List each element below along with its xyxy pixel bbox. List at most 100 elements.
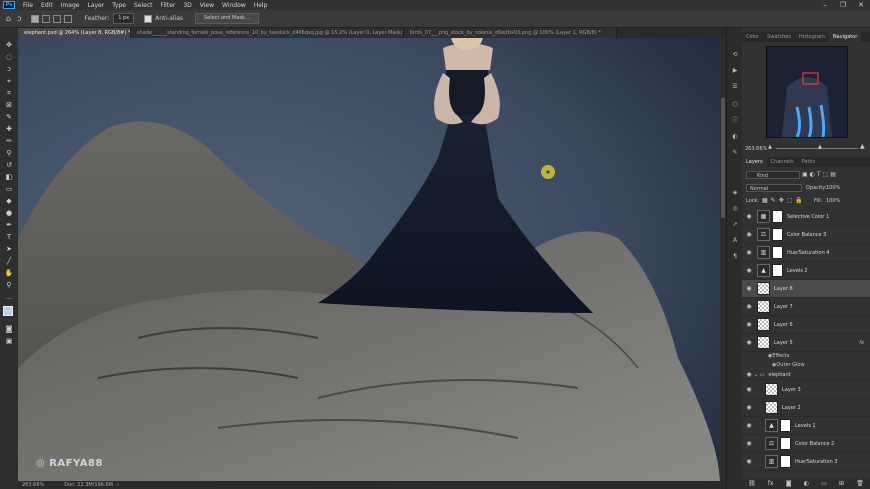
menu-window[interactable]: Window <box>218 2 250 9</box>
visibility-eye-icon[interactable]: ◉ <box>744 422 754 429</box>
healing-brush-tool-icon[interactable]: ✚ <box>3 124 15 134</box>
visibility-eye-icon[interactable]: ◉ <box>744 386 754 393</box>
quick-select-tool-icon[interactable]: ⌖ <box>3 76 15 86</box>
brush-tool-icon[interactable]: ✏ <box>3 136 15 146</box>
clone-stamp-tool-icon[interactable]: ⚲ <box>3 148 15 158</box>
layer-fx-badge[interactable]: fx <box>859 340 864 346</box>
layer-row[interactable]: ◉ Layer 3 <box>742 381 870 399</box>
menu-filter[interactable]: Filter <box>157 2 180 9</box>
layer-mask-thumbnail[interactable] <box>772 246 783 259</box>
layer-row[interactable]: ◉ ▦ Selective Color 1 <box>742 208 870 226</box>
layer-row[interactable]: ◉ Layer 7 <box>742 298 870 316</box>
type-tool-icon[interactable]: T <box>3 232 15 242</box>
character-icon[interactable]: A <box>730 236 740 245</box>
scroll-thumb[interactable] <box>721 98 725 218</box>
select-and-mask-button[interactable]: Select and Mask... <box>195 13 259 24</box>
history-brush-tool-icon[interactable]: ↺ <box>3 160 15 170</box>
tab-paths[interactable]: Paths <box>798 157 820 167</box>
tab-color[interactable]: Color <box>742 32 763 42</box>
zoom-level[interactable]: 263.66% <box>22 482 44 488</box>
menu-help[interactable]: Help <box>250 2 272 9</box>
zoom-tool-icon[interactable]: ⚲ <box>3 280 15 290</box>
antialias-checkbox[interactable] <box>144 14 153 23</box>
gradient-tool-icon[interactable]: ▭ <box>3 184 15 194</box>
properties-icon[interactable]: ☰ <box>730 82 740 91</box>
opacity-value[interactable]: 100% <box>826 185 840 191</box>
layer-row[interactable]: ◉ ▲ Levels 2 <box>742 262 870 280</box>
feather-input[interactable]: 1 px <box>113 13 135 24</box>
layer-mask-thumbnail[interactable] <box>780 455 791 468</box>
adjustment-layer-icon[interactable]: ▥ <box>757 246 770 259</box>
more-tools-icon[interactable]: … <box>3 292 15 302</box>
layer-name[interactable]: Layer 2 <box>782 405 801 411</box>
new-layer-icon[interactable]: ⊞ <box>839 480 844 487</box>
menu-edit[interactable]: Edit <box>37 2 57 9</box>
zoom-out-icon[interactable]: ▲ <box>768 144 772 150</box>
quick-mask-icon[interactable]: ◙ <box>3 324 15 334</box>
group-row-elephant[interactable]: ◉ ⌄ ▭ elephant <box>742 370 870 380</box>
layer-name[interactable]: Selective Color 1 <box>787 214 829 220</box>
adjustment-layer-icon[interactable]: ▲ <box>765 419 778 432</box>
kind-filter-dropdown[interactable]: Kind <box>746 171 800 179</box>
fill-value[interactable]: 100% <box>826 198 840 204</box>
filter-icons[interactable]: ▣◐T⬚▤ <box>802 171 838 178</box>
adjustment-layer-icon[interactable]: ▦ <box>757 210 770 223</box>
visibility-eye-icon[interactable]: ◉ <box>744 249 754 256</box>
foreground-color-swatch[interactable] <box>3 306 13 316</box>
paragraph-icon[interactable]: ¶ <box>730 252 740 261</box>
tab-swatches[interactable]: Swatches <box>763 32 795 42</box>
menu-layer[interactable]: Layer <box>83 2 108 9</box>
layer-thumbnail[interactable] <box>757 318 770 331</box>
outer-glow-row[interactable]: ◉ Outer Glow <box>742 361 870 369</box>
layer-name[interactable]: Hue/Saturation 4 <box>787 250 830 256</box>
paths-side-icon[interactable]: ↗ <box>730 220 740 229</box>
navigator-zoom[interactable]: 263.66% <box>745 146 767 152</box>
visibility-eye-icon[interactable]: ◉ <box>744 285 754 292</box>
layer-name[interactable]: Layer 3 <box>782 387 801 393</box>
zoom-slider-handle[interactable]: ▲ <box>818 144 822 150</box>
hand-tool-icon[interactable]: ✋ <box>3 268 15 278</box>
screen-mode-icon[interactable]: ▣ <box>3 336 15 346</box>
tab-female-pose[interactable]: shade______standing_female_pose_referenc… <box>131 28 404 38</box>
info-icon[interactable]: ⓘ <box>730 116 740 125</box>
navigator-thumbnail[interactable] <box>766 46 848 138</box>
document-canvas[interactable] <box>18 38 720 481</box>
eraser-tool-icon[interactable]: ◧ <box>3 172 15 182</box>
3d-icon[interactable]: ⬡ <box>730 100 740 109</box>
layer-row[interactable]: ◉ ⚖ Color Balance 3 <box>742 226 870 244</box>
layer-name[interactable]: Hue/Saturation 3 <box>795 459 838 465</box>
new-selection-icon[interactable] <box>31 14 40 23</box>
fx-icon[interactable]: fx <box>768 480 774 487</box>
visibility-eye-icon[interactable]: ◉ <box>744 321 754 328</box>
tab-layers[interactable]: Layers <box>742 157 767 167</box>
layer-mask-thumbnail[interactable] <box>772 228 783 241</box>
effects-row[interactable]: ◉ Effects <box>742 352 870 360</box>
tab-elephant[interactable]: elephant.psd @ 264% (Layer 8, RGB/8#) * <box>18 28 131 38</box>
tab-channels[interactable]: Channels <box>767 157 798 167</box>
layer-row[interactable]: ◉ ▲ Levels 1 <box>742 417 870 435</box>
visibility-eye-icon[interactable]: ◉ <box>744 231 754 238</box>
layer-row[interactable]: ◉ ▥ Hue/Saturation 4 <box>742 244 870 262</box>
pen-tool-icon[interactable]: ✒ <box>3 220 15 230</box>
visibility-eye-icon[interactable]: ◉ <box>744 339 754 346</box>
layer-name[interactable]: Layer 8 <box>774 286 793 292</box>
group-name[interactable]: elephant <box>769 372 791 378</box>
layer-name[interactable]: Layer 7 <box>774 304 793 310</box>
layer-thumbnail[interactable] <box>757 282 770 295</box>
layer-thumbnail[interactable] <box>765 383 778 396</box>
layer-thumbnail[interactable] <box>765 401 778 414</box>
adjustment-layer-icon[interactable]: ▥ <box>765 455 778 468</box>
blur-tool-icon[interactable]: ◆ <box>3 196 15 206</box>
layer-thumbnail[interactable] <box>757 336 770 349</box>
path-selection-tool-icon[interactable]: ➤ <box>3 244 15 254</box>
navigator-zoom-slider[interactable] <box>776 148 858 149</box>
subtract-selection-icon[interactable] <box>53 14 62 23</box>
visibility-eye-icon[interactable]: ◉ <box>744 371 754 378</box>
actions-icon[interactable]: ▶ <box>730 66 740 75</box>
frame-tool-icon[interactable]: ⊠ <box>3 100 15 110</box>
visibility-eye-icon[interactable]: ◉ <box>744 267 754 274</box>
layer-row[interactable]: ◉ Layer 2 <box>742 399 870 417</box>
layer-row[interactable]: ◉ Layer 8 <box>742 280 870 298</box>
blend-mode-dropdown[interactable]: Normal <box>746 184 802 192</box>
layer-name[interactable]: Levels 1 <box>795 423 816 429</box>
